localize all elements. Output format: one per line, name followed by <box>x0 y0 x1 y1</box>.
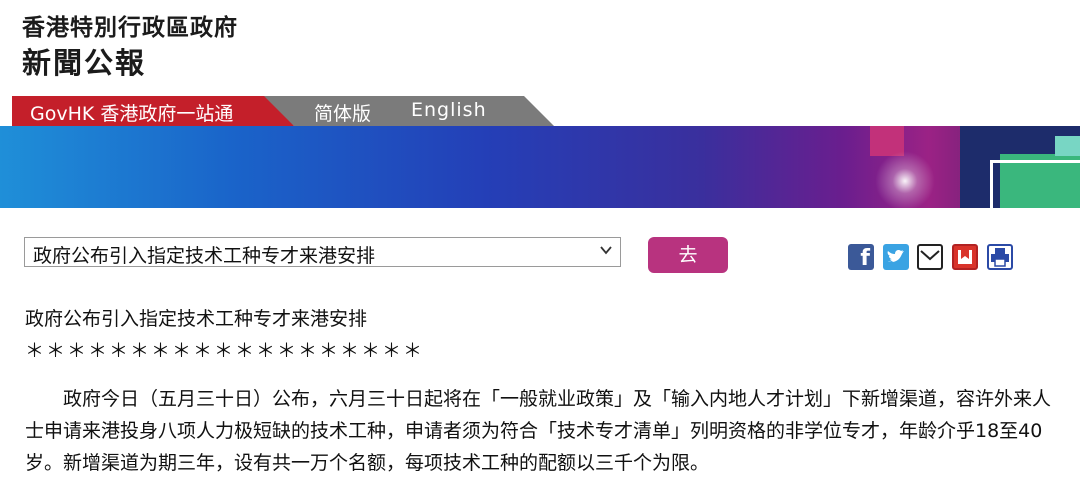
banner-glow <box>870 146 940 208</box>
govhk-label: GovHK 香港政府一站通 <box>30 103 234 125</box>
article-select-value: 政府公布引入指定技术工种专才来港安排 <box>33 245 376 267</box>
govhk-link[interactable]: GovHK 香港政府一站通 <box>12 96 294 126</box>
banner-image <box>0 126 1080 208</box>
english-link[interactable]: English <box>411 99 487 121</box>
article-paragraph: 政府今日（五月三十日）公布，六月三十日起将在「一般就业政策」及「输入内地人才计划… <box>25 388 1052 474</box>
page-header: 香港特別行政區政府 新聞公報 <box>0 0 1080 96</box>
top-nav: 简体版 English GovHK 香港政府一站通 <box>0 96 1080 126</box>
go-button[interactable]: 去 <box>648 237 728 273</box>
email-icon[interactable] <box>917 244 943 270</box>
banner-block <box>1055 136 1080 156</box>
print-icon[interactable] <box>987 244 1013 270</box>
title-separator: ＊＊＊＊＊＊＊＊＊＊＊＊＊＊＊＊＊＊＊ <box>25 340 425 362</box>
site-subtitle: 新聞公報 <box>22 46 147 80</box>
article-title: 政府公布引入指定技术工种专才来港安排 <box>25 308 368 330</box>
facebook-icon[interactable]: f <box>848 244 874 271</box>
site-title: 香港特別行政區政府 <box>22 15 238 41</box>
banner-frame <box>990 160 1080 208</box>
bookmark-icon[interactable] <box>952 244 978 270</box>
simplified-chinese-link[interactable]: 简体版 <box>314 99 371 126</box>
article-select[interactable]: 政府公布引入指定技术工种专才来港安排 <box>24 237 621 267</box>
chevron-down-icon <box>600 246 612 255</box>
twitter-icon[interactable] <box>883 244 909 270</box>
language-bar: 简体版 English <box>254 96 554 126</box>
